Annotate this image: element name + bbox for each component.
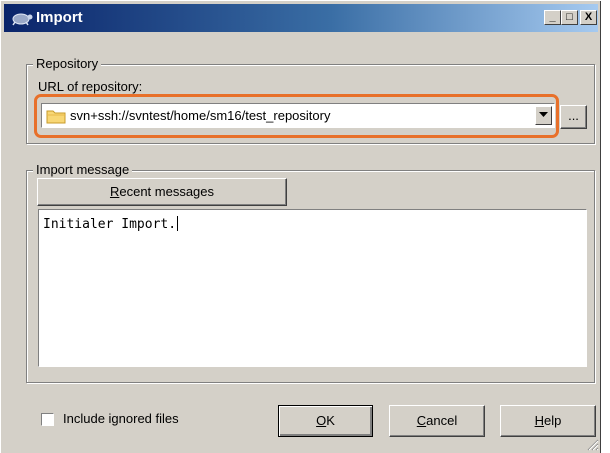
recent-messages-label: ecent messages (119, 184, 215, 199)
message-text: Initialer Import. (43, 217, 177, 232)
message-textarea[interactable]: Initialer Import. (38, 209, 587, 367)
cancel-button[interactable]: Cancel (389, 405, 485, 437)
url-label: URL of repository: (38, 79, 143, 94)
ok-mnemonic: O (316, 413, 327, 428)
maximize-button[interactable]: □ (561, 10, 578, 25)
include-ignored-label[interactable]: Include ignored files (63, 411, 179, 426)
window-title: Import (36, 9, 83, 26)
repository-group-label: Repository (33, 56, 102, 71)
cancel-mnemonic: C (416, 413, 427, 428)
import-message-group-label: Import message (33, 162, 133, 177)
browse-button[interactable]: ... (560, 105, 587, 129)
recent-messages-mnemonic: R (109, 184, 120, 199)
browse-label: ... (568, 108, 579, 123)
tortoise-icon (12, 13, 33, 26)
close-button[interactable]: X (580, 10, 597, 25)
ok-label: K (326, 413, 335, 428)
help-label: elp (544, 413, 562, 428)
title-bar[interactable]: Import _ □ X (4, 4, 598, 32)
resize-grip-icon[interactable] (587, 439, 599, 451)
maximize-icon: □ (566, 11, 573, 23)
url-highlight-frame (34, 94, 559, 138)
import-dialog: Import _ □ X Repository URL of repositor… (0, 0, 601, 453)
help-mnemonic: H (534, 413, 545, 428)
include-ignored-checkbox[interactable] (41, 413, 54, 426)
minimize-icon: _ (549, 11, 556, 23)
help-button[interactable]: Help (500, 405, 596, 437)
cancel-label: ancel (426, 413, 458, 428)
ok-button[interactable]: OK (278, 405, 373, 437)
close-icon: X (584, 11, 593, 23)
minimize-button[interactable]: _ (544, 10, 561, 25)
text-caret (177, 216, 179, 231)
recent-messages-button[interactable]: Recent messages (37, 178, 287, 206)
